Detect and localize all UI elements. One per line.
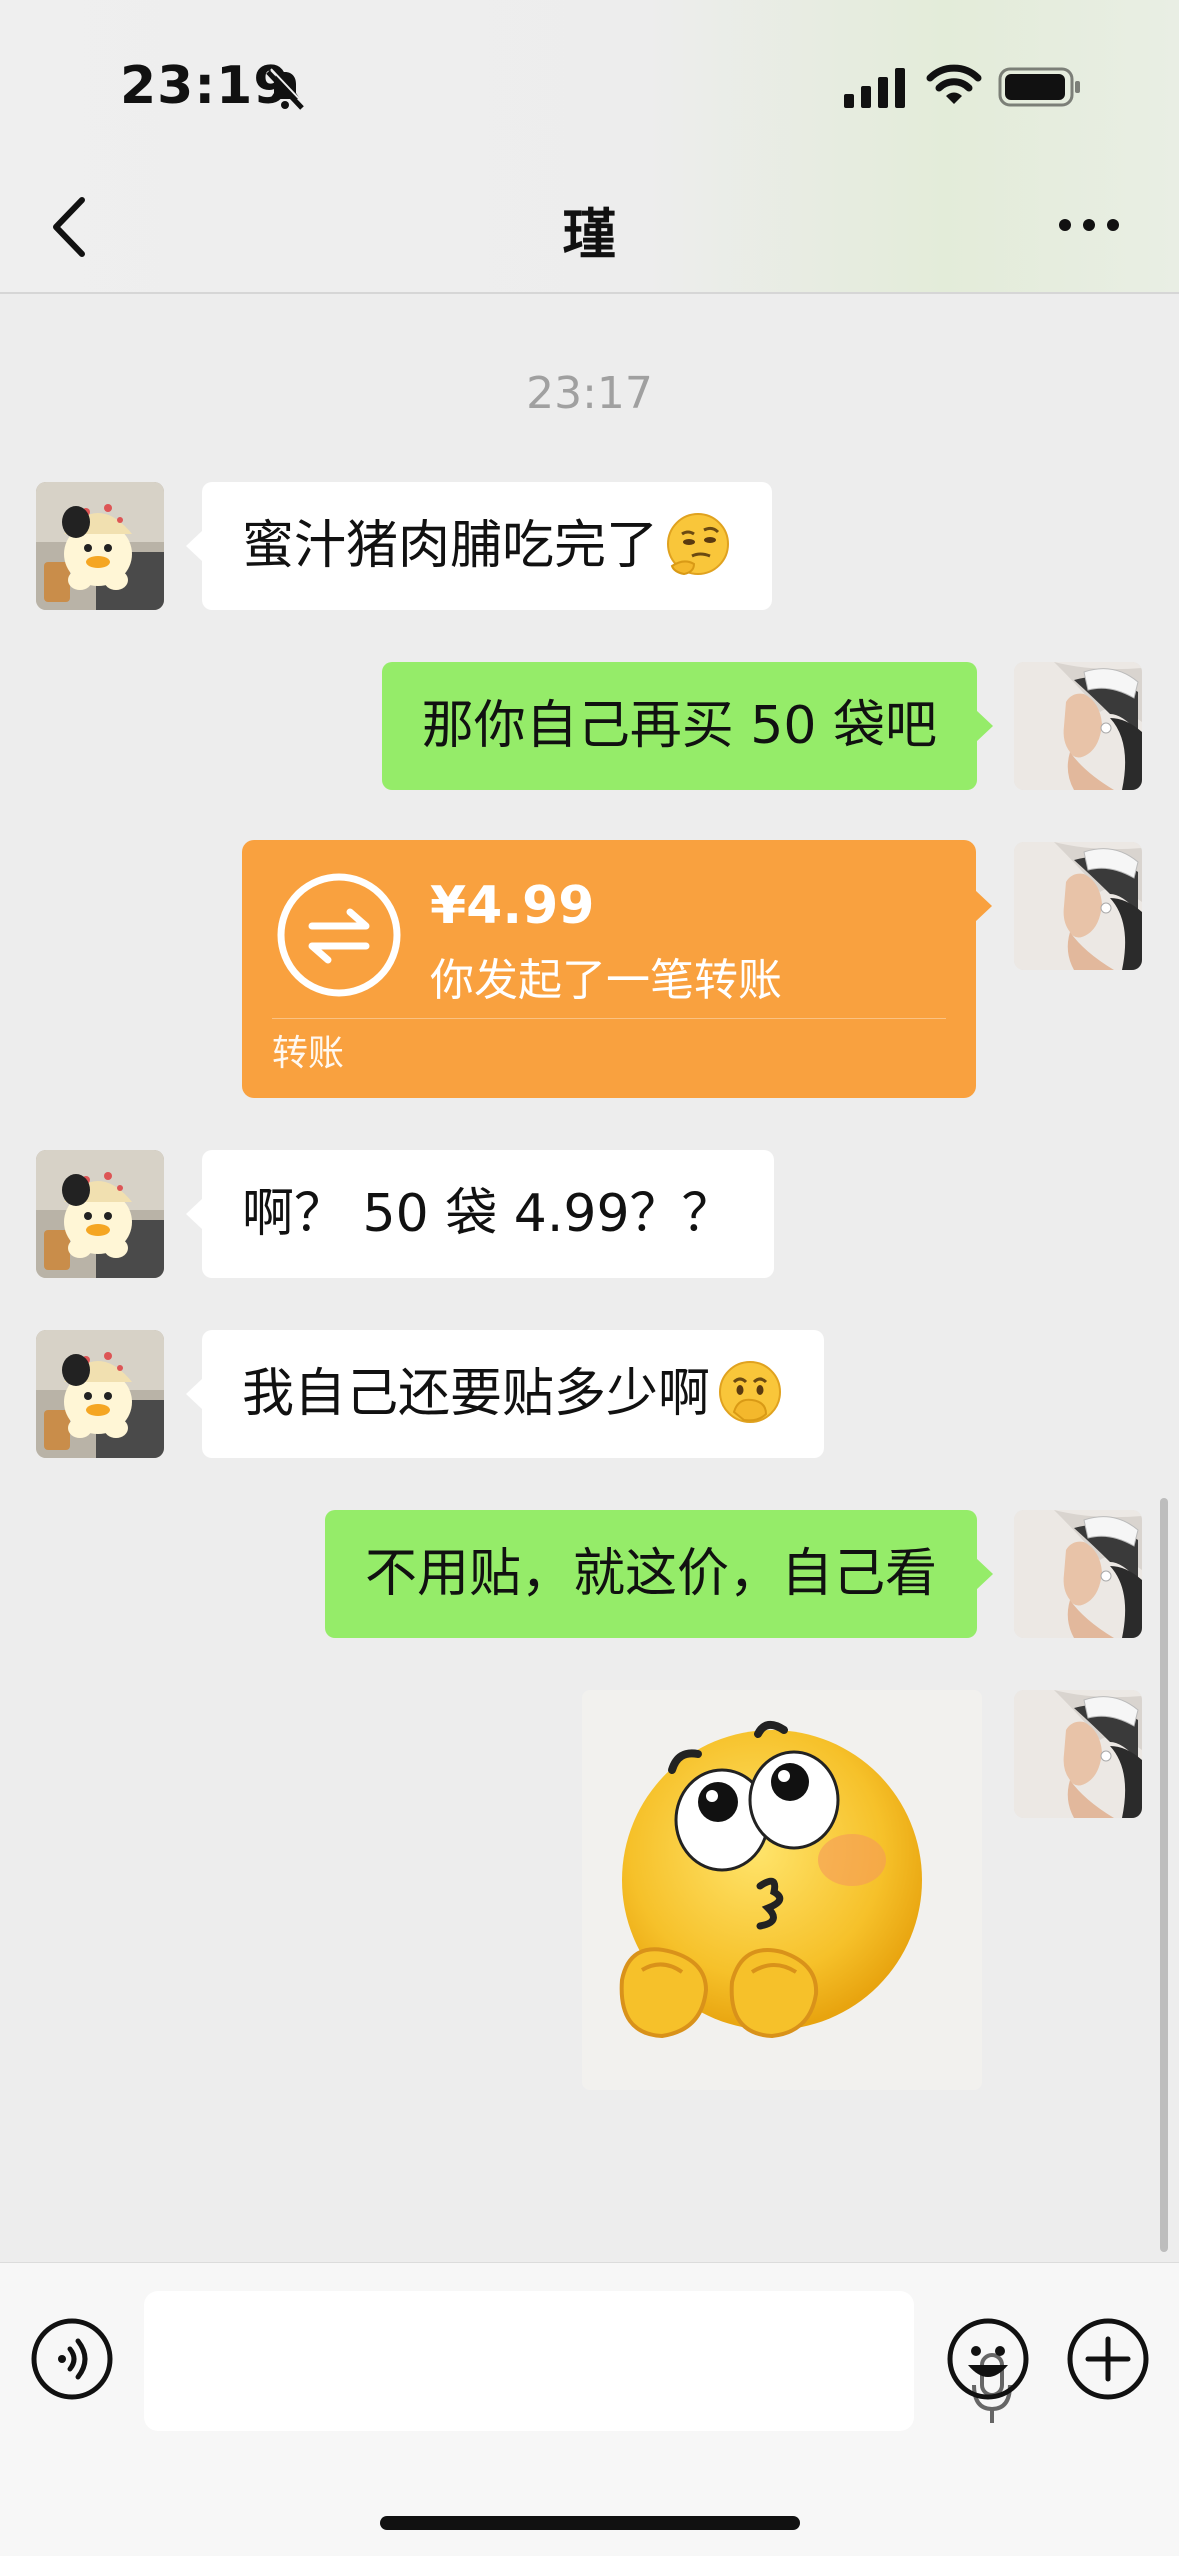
face-with-hand-over-mouth-emoji-icon	[719, 1361, 782, 1423]
contact-avatar[interactable]	[36, 482, 164, 610]
cellular-signal-icon	[844, 68, 905, 108]
input-bar	[0, 2262, 1179, 2556]
incoming-message-bubble[interactable]: 我自己还要贴多少啊	[185, 1330, 825, 1458]
smiley-icon[interactable]	[946, 2317, 1030, 2401]
outgoing-message-bubble[interactable]: 那你自己再买 50 袋吧	[381, 662, 994, 790]
transfer-amount: ¥4.99	[430, 876, 595, 936]
my-avatar[interactable]	[1014, 1690, 1142, 1818]
my-avatar[interactable]	[1014, 842, 1142, 970]
message-text: 啊？ 50 袋 4.99？？	[242, 1184, 734, 1244]
outgoing-message-bubble[interactable]: 不用贴，就这价，自己看	[324, 1510, 994, 1638]
transfer-card[interactable]: ¥4.99 你发起了一笔转账 转账	[242, 840, 992, 1098]
bell-muted-icon	[266, 68, 306, 110]
incoming-message-bubble[interactable]: 蜜汁猪肉脯吃完了	[185, 482, 773, 610]
sticker-message[interactable]	[582, 1690, 982, 2090]
voice-icon[interactable]	[30, 2317, 114, 2401]
top-bar: 23:19 瑾	[0, 0, 1179, 294]
transfer-divider	[272, 1018, 946, 1019]
incoming-message-bubble[interactable]: 啊？ 50 袋 4.99？？	[186, 1150, 774, 1278]
my-avatar[interactable]	[1014, 662, 1142, 790]
message-text: 那你自己再买 50 袋吧	[421, 696, 937, 756]
home-indicator[interactable]	[380, 2516, 800, 2530]
transfer-description: 你发起了一笔转账	[430, 955, 782, 1006]
contact-avatar[interactable]	[36, 1150, 164, 1278]
transfer-label: 转账	[272, 1033, 345, 1074]
battery-icon	[998, 67, 1080, 107]
message-input[interactable]	[144, 2291, 1012, 2431]
transfer-arrows-icon	[277, 873, 401, 997]
chat-title: 瑾	[562, 203, 617, 266]
contact-avatar[interactable]	[36, 1330, 164, 1458]
plus-icon[interactable]	[1066, 2317, 1150, 2401]
scroll-indicator[interactable]	[1160, 1498, 1168, 2252]
message-timestamp: 23:17	[526, 368, 653, 419]
message-text: 我自己还要贴多少啊	[242, 1364, 711, 1424]
thinking-face-emoji-icon	[667, 513, 730, 576]
my-avatar[interactable]	[1014, 1510, 1142, 1638]
more-options-icon[interactable]	[1056, 210, 1122, 240]
message-text: 蜜汁猪肉脯吃完了	[242, 516, 659, 576]
looking-up-emoji-sticker-icon	[619, 1720, 922, 2039]
wifi-icon	[926, 64, 982, 104]
message-text: 不用贴，就这价，自己看	[364, 1544, 937, 1604]
